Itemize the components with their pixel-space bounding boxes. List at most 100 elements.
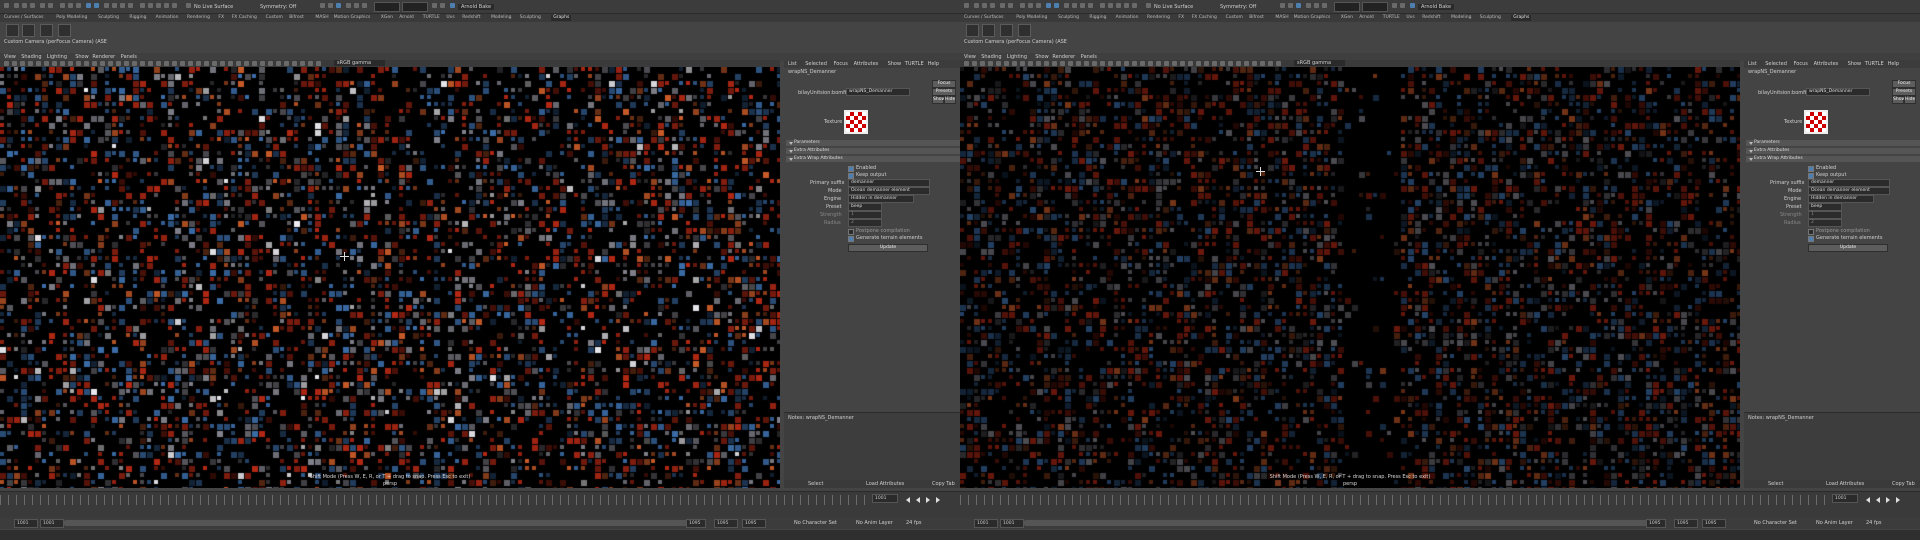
- engine-dropdown[interactable]: Hidden in demanner: [1808, 195, 1874, 203]
- postpone-checkbox[interactable]: [848, 229, 854, 235]
- viewport-tool-icon[interactable]: [1020, 61, 1025, 66]
- viewport-tool-icon[interactable]: [188, 61, 193, 66]
- enabled-checkbox[interactable]: [848, 166, 854, 172]
- viewport-tool-icon[interactable]: [164, 61, 169, 66]
- undo-icon[interactable]: [40, 3, 45, 8]
- undo-icon[interactable]: [1000, 3, 1005, 8]
- play-back-icon[interactable]: [916, 497, 920, 503]
- shelf-tab[interactable]: TURTLE: [423, 15, 440, 21]
- shelf-tab[interactable]: Modeling: [491, 15, 511, 21]
- viewport-tool-icon[interactable]: [292, 61, 297, 66]
- command-line[interactable]: [960, 530, 1920, 540]
- enabled-checkbox[interactable]: [1808, 166, 1814, 172]
- shelf-tab[interactable]: Uvs: [1406, 15, 1414, 21]
- viewport-tool-icon[interactable]: [1100, 61, 1105, 66]
- viewport[interactable]: Shift Mode (Press W, E, R, or T + drag t…: [0, 67, 780, 488]
- viewport-tool-icon[interactable]: [1108, 61, 1113, 66]
- shelf-tab[interactable]: Graphs: [1511, 15, 1532, 21]
- viewport-tool-icon[interactable]: [172, 61, 177, 66]
- viewport-tool-icon[interactable]: [268, 61, 273, 66]
- viewport-tool-icon[interactable]: [140, 61, 145, 66]
- viewport-tool-icon[interactable]: [996, 61, 1001, 66]
- shelf-tab[interactable]: Bifrost: [289, 15, 304, 21]
- play-back-icon[interactable]: [1876, 497, 1880, 503]
- viewport-tool-icon[interactable]: [116, 61, 121, 66]
- viewport-tool-icon[interactable]: [60, 61, 65, 66]
- engine-dropdown[interactable]: Hidden in demanner: [848, 195, 914, 203]
- viewport-tool-icon[interactable]: [1004, 61, 1009, 66]
- section-extra-attributes[interactable]: Extra Attributes: [786, 148, 960, 154]
- copy-tab-button[interactable]: Copy Tab: [932, 481, 955, 487]
- viewport-tool-icon[interactable]: [1012, 61, 1017, 66]
- symmetry-label[interactable]: Symmetry: Off: [260, 4, 296, 10]
- shelf-tab[interactable]: Poly Modeling: [56, 15, 87, 21]
- viewport-tool-icon[interactable]: [108, 61, 113, 66]
- viewport-tool-icon[interactable]: [1172, 61, 1177, 66]
- render-view-icon[interactable]: [1392, 3, 1397, 8]
- mode-dropdown[interactable]: Ocean demanner element: [1808, 187, 1890, 195]
- shelf-tab[interactable]: XGen: [1341, 15, 1353, 21]
- construction-history-icon[interactable]: [1100, 3, 1105, 8]
- shelf-tab[interactable]: Rendering: [1147, 15, 1170, 21]
- anim-end-field[interactable]: 1095: [714, 519, 738, 528]
- mask-edge-icon[interactable]: [1054, 3, 1059, 8]
- viewport-tool-icon[interactable]: [284, 61, 289, 66]
- render-frame-icon[interactable]: [148, 3, 153, 8]
- node-tab[interactable]: wrapNS_Demanner: [1748, 69, 1796, 75]
- show-button[interactable]: Show: [1892, 96, 1905, 104]
- viewport-tool-icon[interactable]: [220, 61, 225, 66]
- lights-icon[interactable]: [354, 3, 359, 8]
- current-frame-field[interactable]: 1001: [872, 494, 898, 503]
- viewport-tool-icon[interactable]: [1196, 61, 1201, 66]
- shelf-tab[interactable]: Redshift: [1422, 15, 1440, 21]
- current-frame-field[interactable]: 1001: [1832, 494, 1858, 503]
- viewport[interactable]: Shift Mode (Press W, E, R, or T + drag t…: [960, 67, 1740, 488]
- shelf-tool-icon[interactable]: [982, 24, 995, 37]
- viewport-tool-icon[interactable]: [252, 61, 257, 66]
- viewport-tool-icon[interactable]: [100, 61, 105, 66]
- section-parameters[interactable]: Parameters: [1746, 140, 1920, 146]
- radius-field[interactable]: 2: [848, 219, 882, 227]
- notes-panel[interactable]: Notes: wrapNS_Demanner: [784, 412, 960, 481]
- viewport-tool-icon[interactable]: [988, 61, 993, 66]
- load-attributes-button[interactable]: Load Attributes: [866, 481, 904, 487]
- postpone-checkbox[interactable]: [1808, 229, 1814, 235]
- primary-suffix-field[interactable]: demanner: [848, 179, 930, 187]
- snap-view-icon[interactable]: [1088, 3, 1093, 8]
- viewport-tool-icon[interactable]: [76, 61, 81, 66]
- node-name-field[interactable]: wrapNS_Demanner: [1806, 88, 1870, 96]
- anim-layer-dropdown[interactable]: No Anim Layer: [856, 520, 893, 526]
- shelf-tab[interactable]: Curves / Surfaces: [964, 15, 1004, 21]
- viewport-tool-icon[interactable]: [1052, 61, 1057, 66]
- render-sequence-icon[interactable]: [1400, 3, 1405, 8]
- open-scene-icon[interactable]: [22, 3, 27, 8]
- shelf-tab[interactable]: Poly Modeling: [1016, 15, 1047, 21]
- color-space-dropdown[interactable]: sRGB gamma: [1294, 60, 1346, 66]
- live-surface-label[interactable]: No Live Surface: [1154, 4, 1193, 10]
- viewport-tool-icon[interactable]: [1268, 61, 1273, 66]
- step-forward-icon[interactable]: [1896, 497, 1900, 503]
- snap-curve-icon[interactable]: [112, 3, 117, 8]
- viewport-tool-icon[interactable]: [980, 61, 985, 66]
- shelf-tab[interactable]: Sculpting: [98, 15, 119, 21]
- render-view-icon[interactable]: [432, 3, 437, 8]
- shelf-tab[interactable]: Arnold: [399, 15, 414, 21]
- attribute-editor-menu-item[interactable]: TURTLE: [905, 61, 924, 67]
- strength-field[interactable]: 1: [848, 211, 882, 219]
- shelf-tab[interactable]: Animation: [1116, 15, 1139, 21]
- viewport-tool-icon[interactable]: [28, 61, 33, 66]
- new-scene-icon[interactable]: [14, 3, 19, 8]
- shelf-tab[interactable]: MASH: [315, 15, 328, 21]
- range-end-field[interactable]: 1095: [1646, 519, 1666, 528]
- viewport-tool-icon[interactable]: [276, 61, 281, 66]
- magnet-icon[interactable]: [1146, 3, 1151, 8]
- update-button[interactable]: Update: [1808, 244, 1888, 252]
- viewport-tool-icon[interactable]: [1188, 61, 1193, 66]
- shelf-tab[interactable]: Custom: [1226, 15, 1243, 21]
- attribute-editor-menu-item[interactable]: Help: [1888, 61, 1899, 67]
- viewport-tool-icon[interactable]: [1140, 61, 1145, 66]
- select-object-icon[interactable]: [1028, 3, 1033, 8]
- viewport-tool-icon[interactable]: [180, 61, 185, 66]
- anim-start-field[interactable]: 1001: [14, 519, 38, 528]
- viewport-tool-icon[interactable]: [68, 61, 73, 66]
